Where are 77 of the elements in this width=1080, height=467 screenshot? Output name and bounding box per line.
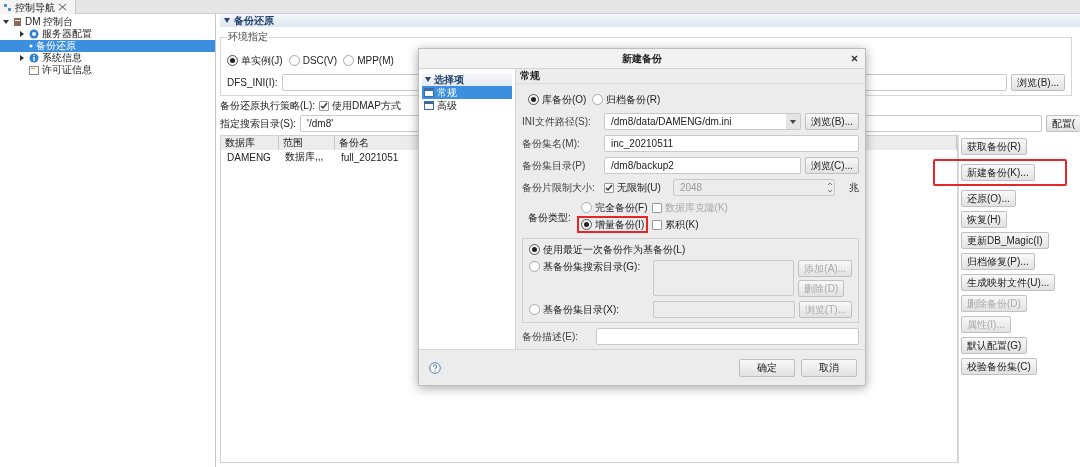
document-icon — [29, 65, 39, 75]
config-button[interactable]: 配置( — [1045, 115, 1080, 132]
browse-button[interactable]: 浏览(B)... — [1011, 74, 1065, 91]
checkbox[interactable]: 无限制(U) — [604, 181, 661, 194]
field-label: 备份类型: — [528, 210, 571, 224]
radio-button[interactable]: 完全备份(F) — [580, 201, 648, 214]
navigation-icon — [3, 2, 12, 12]
group-title: 环境指定 — [227, 30, 269, 44]
action-button[interactable]: 生成映射文件(U)... — [961, 274, 1056, 291]
action-button[interactable]: 新建备份(K)... — [961, 164, 1035, 181]
field-label: INI文件路径(S): — [522, 115, 592, 128]
radio-button[interactable]: MPP(M) — [343, 54, 394, 67]
radio-button[interactable]: 使用最近一次备份作为基备份(L) — [529, 243, 852, 256]
description-field[interactable] — [596, 328, 859, 345]
radio-button[interactable]: 增量备份(I) — [580, 218, 645, 231]
browse-button[interactable]: 浏览(B)... — [805, 113, 859, 130]
action-button[interactable]: 恢复(H) — [961, 211, 1007, 228]
dot-icon — [29, 44, 33, 48]
input-field[interactable]: /dm8/backup2 — [604, 157, 801, 174]
field-label: 备份还原执行策略(L): — [220, 99, 315, 112]
cancel-button[interactable]: 取消 — [801, 358, 857, 377]
ok-button[interactable]: 确定 — [739, 358, 795, 377]
table-cell-text: full_2021051 — [340, 150, 400, 164]
expand-icon[interactable] — [19, 31, 25, 37]
check-icon — [605, 183, 613, 192]
unit-label: 兆 — [849, 181, 859, 194]
tree-item[interactable]: 许可证信息 — [0, 64, 215, 76]
path-combo[interactable]: /dm8/data/DAMENG/dm.ini — [604, 113, 802, 130]
field-label: 备份集名(M): — [522, 137, 581, 150]
page-header: 常规 — [516, 69, 865, 84]
panel-tab[interactable]: 控制导航 — [0, 0, 76, 14]
spinner-icon[interactable] — [826, 180, 834, 195]
page-icon — [424, 88, 434, 97]
column-header[interactable]: 范围 — [279, 136, 335, 150]
input-field[interactable]: inc_20210511 — [604, 135, 859, 152]
table-cell-text: 数据库,,, — [284, 150, 325, 164]
collapse-icon[interactable] — [224, 18, 230, 23]
gear-icon — [29, 29, 39, 39]
action-button[interactable]: 校验备份集(C) — [961, 358, 1037, 375]
field-label: 指定搜索目录(S): — [220, 117, 297, 130]
action-button[interactable]: 还原(O)... — [961, 190, 1016, 207]
section-header[interactable]: 备份还原 — [220, 14, 1080, 27]
action-button[interactable]: 默认配置(G) — [961, 337, 1028, 354]
dialog-title: 新建备份 — [622, 52, 662, 65]
close-icon[interactable] — [58, 3, 67, 11]
radio-button[interactable]: 单实例(J) — [227, 54, 283, 67]
page-icon — [424, 101, 434, 110]
tab-title: 控制导航 — [15, 0, 55, 14]
field-label: 备份描述(E): — [522, 330, 580, 343]
column-header[interactable]: 数据库 — [221, 136, 279, 150]
action-button[interactable]: 更新DB_Magic(I) — [961, 232, 1049, 249]
tree-item[interactable]: 系统信息 — [0, 52, 215, 64]
radio-button[interactable]: 库备份(O) — [528, 93, 587, 106]
collapse-icon[interactable] — [425, 77, 431, 82]
option-item[interactable]: 高级 — [422, 99, 512, 112]
info-icon — [29, 53, 39, 63]
checkbox[interactable]: 使用DMAP方式 — [319, 99, 401, 112]
options-header[interactable]: 选择项 — [422, 73, 512, 86]
action-button[interactable]: 归档修复(P)... — [961, 253, 1035, 270]
radio-button[interactable]: 归档备份(R) — [592, 93, 661, 106]
help-icon[interactable] — [429, 361, 441, 374]
tree-item[interactable]: DM 控制台 — [0, 16, 215, 28]
field-label: DFS_INI(I): — [227, 76, 278, 89]
field-label: 备份片限制大小: — [522, 181, 596, 194]
tree-item[interactable]: 服务器配置 — [0, 28, 215, 40]
close-icon[interactable] — [851, 55, 858, 62]
server-icon — [13, 17, 22, 27]
expand-icon[interactable] — [19, 55, 25, 61]
field-label: 备份集目录(P) — [522, 159, 587, 172]
radio-button[interactable]: DSC(V) — [288, 54, 338, 67]
checkbox[interactable]: 累积(K) — [652, 218, 699, 231]
collapse-icon[interactable] — [3, 19, 9, 25]
browse-button[interactable]: 浏览(C)... — [804, 157, 859, 174]
dropdown-icon[interactable] — [786, 114, 801, 129]
action-button[interactable]: 获取备份(R) — [961, 138, 1027, 155]
check-icon — [320, 101, 328, 110]
table-cell-text: DAMENG — [226, 150, 272, 164]
